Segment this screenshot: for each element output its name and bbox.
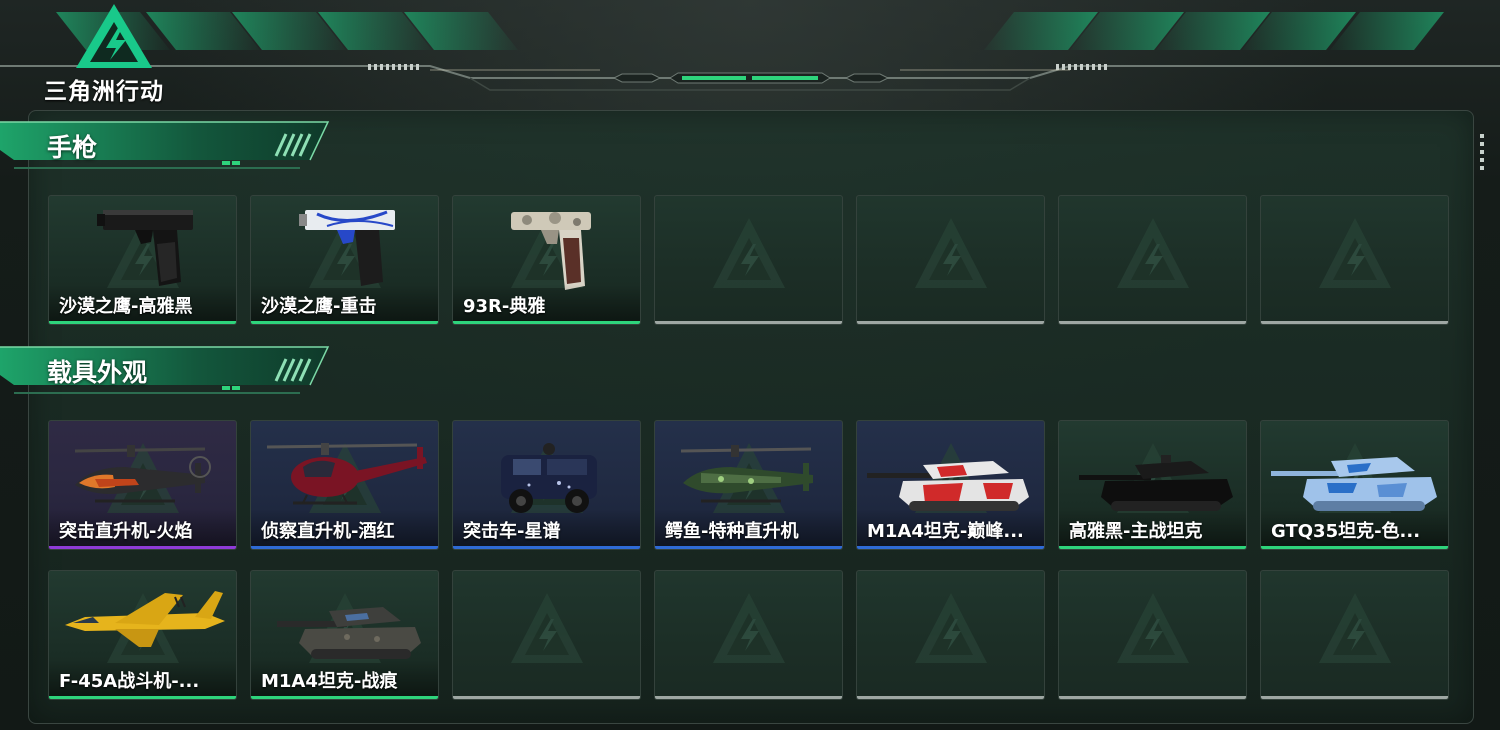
item-card[interactable]: M1A4坦克-战痕 [250,570,439,700]
delta-watermark-icon [1315,214,1395,294]
item-card[interactable]: 侦察直升机-酒红 [250,420,439,550]
item-card[interactable]: 突击车-星谱 [452,420,641,550]
delta-watermark-icon [507,589,587,669]
rarity-bar [49,546,236,549]
item-name: M1A4坦克-巅峰... [867,521,1024,542]
empty-slot-bar [1059,696,1246,699]
empty-slot [654,195,843,325]
rarity-bar [1261,546,1448,549]
empty-slot-bar [655,321,842,324]
delta-logo-icon [76,4,152,68]
game-logo: 三角洲行动 [44,2,184,105]
empty-slot-bar [857,696,1044,699]
tank-red-white-icon [863,427,1038,519]
empty-slot-bar [655,696,842,699]
delta-watermark-icon [1113,589,1193,669]
item-card[interactable]: F-45A战斗机-... [48,570,237,700]
empty-slot [1260,570,1449,700]
empty-slot [1058,570,1247,700]
item-name: 突击车-星谱 [463,521,561,542]
item-card[interactable]: 沙漠之鹰-高雅黑 [48,195,237,325]
delta-watermark-icon [709,589,789,669]
section-header-pistols: 手枪 [0,120,340,176]
top-header: 三角洲行动 [0,0,1500,110]
section-title: 手枪 [47,133,98,162]
item-name: 鳄鱼-特种直升机 [665,521,799,542]
empty-slot [856,195,1045,325]
tank-blue-camo-icon [1267,427,1442,519]
rarity-bar [49,321,236,324]
fighter-jet-icon [55,577,230,669]
assault-vehicle-icon [459,427,634,519]
item-name: 沙漠之鹰-高雅黑 [59,296,193,317]
rarity-bar [453,321,640,324]
rarity-bar [49,696,236,699]
rarity-bar [655,546,842,549]
rarity-bar [251,696,438,699]
empty-slot [1260,195,1449,325]
item-card[interactable]: 鳄鱼-特种直升机 [654,420,843,550]
section-header-vehicle-skins: 载具外观 [0,345,340,401]
delta-watermark-icon [911,214,991,294]
attack-helicopter-icon [55,427,230,519]
delta-watermark-icon [1113,214,1193,294]
item-name: 突击直升机-火焰 [59,521,193,542]
empty-slot [654,570,843,700]
item-card[interactable]: 高雅黑-主战坦克 [1058,420,1247,550]
item-name: M1A4坦克-战痕 [261,671,398,692]
item-name: F-45A战斗机-... [59,671,200,692]
item-card[interactable]: 突击直升机-火焰 [48,420,237,550]
empty-slot-bar [453,696,640,699]
section-title: 载具外观 [47,358,148,387]
item-name: 沙漠之鹰-重击 [261,296,377,317]
empty-slot [452,570,641,700]
empty-slot [856,570,1045,700]
item-card[interactable]: M1A4坦克-巅峰... [856,420,1045,550]
item-card[interactable]: GTQ35坦克-色... [1260,420,1449,550]
item-name: 高雅黑-主战坦克 [1069,521,1203,542]
empty-slot-bar [857,321,1044,324]
tank-black-icon [1065,427,1240,519]
pistol-black-icon [55,202,230,294]
item-name: GTQ35坦克-色... [1271,521,1421,542]
special-helicopter-icon [661,427,836,519]
scout-helicopter-icon [257,427,432,519]
pistol-white-icon [257,202,432,294]
rarity-bar [251,321,438,324]
rarity-bar [1059,546,1246,549]
empty-slot-bar [1261,321,1448,324]
scroll-indicator[interactable] [1480,134,1486,180]
item-name: 侦察直升机-酒红 [261,521,395,542]
tank-battle-worn-icon [257,577,432,669]
empty-slot-bar [1059,321,1246,324]
logo-text: 三角洲行动 [44,79,164,105]
delta-watermark-icon [911,589,991,669]
empty-slot [1058,195,1247,325]
rarity-bar [453,546,640,549]
item-name: 93R-典雅 [463,296,546,317]
item-card[interactable]: 93R-典雅 [452,195,641,325]
pistol-camo-icon [459,202,634,294]
delta-watermark-icon [709,214,789,294]
header-decoration [0,12,1500,91]
rarity-bar [251,546,438,549]
rarity-bar [857,546,1044,549]
empty-slot-bar [1261,696,1448,699]
delta-watermark-icon [1315,589,1395,669]
item-card[interactable]: 沙漠之鹰-重击 [250,195,439,325]
